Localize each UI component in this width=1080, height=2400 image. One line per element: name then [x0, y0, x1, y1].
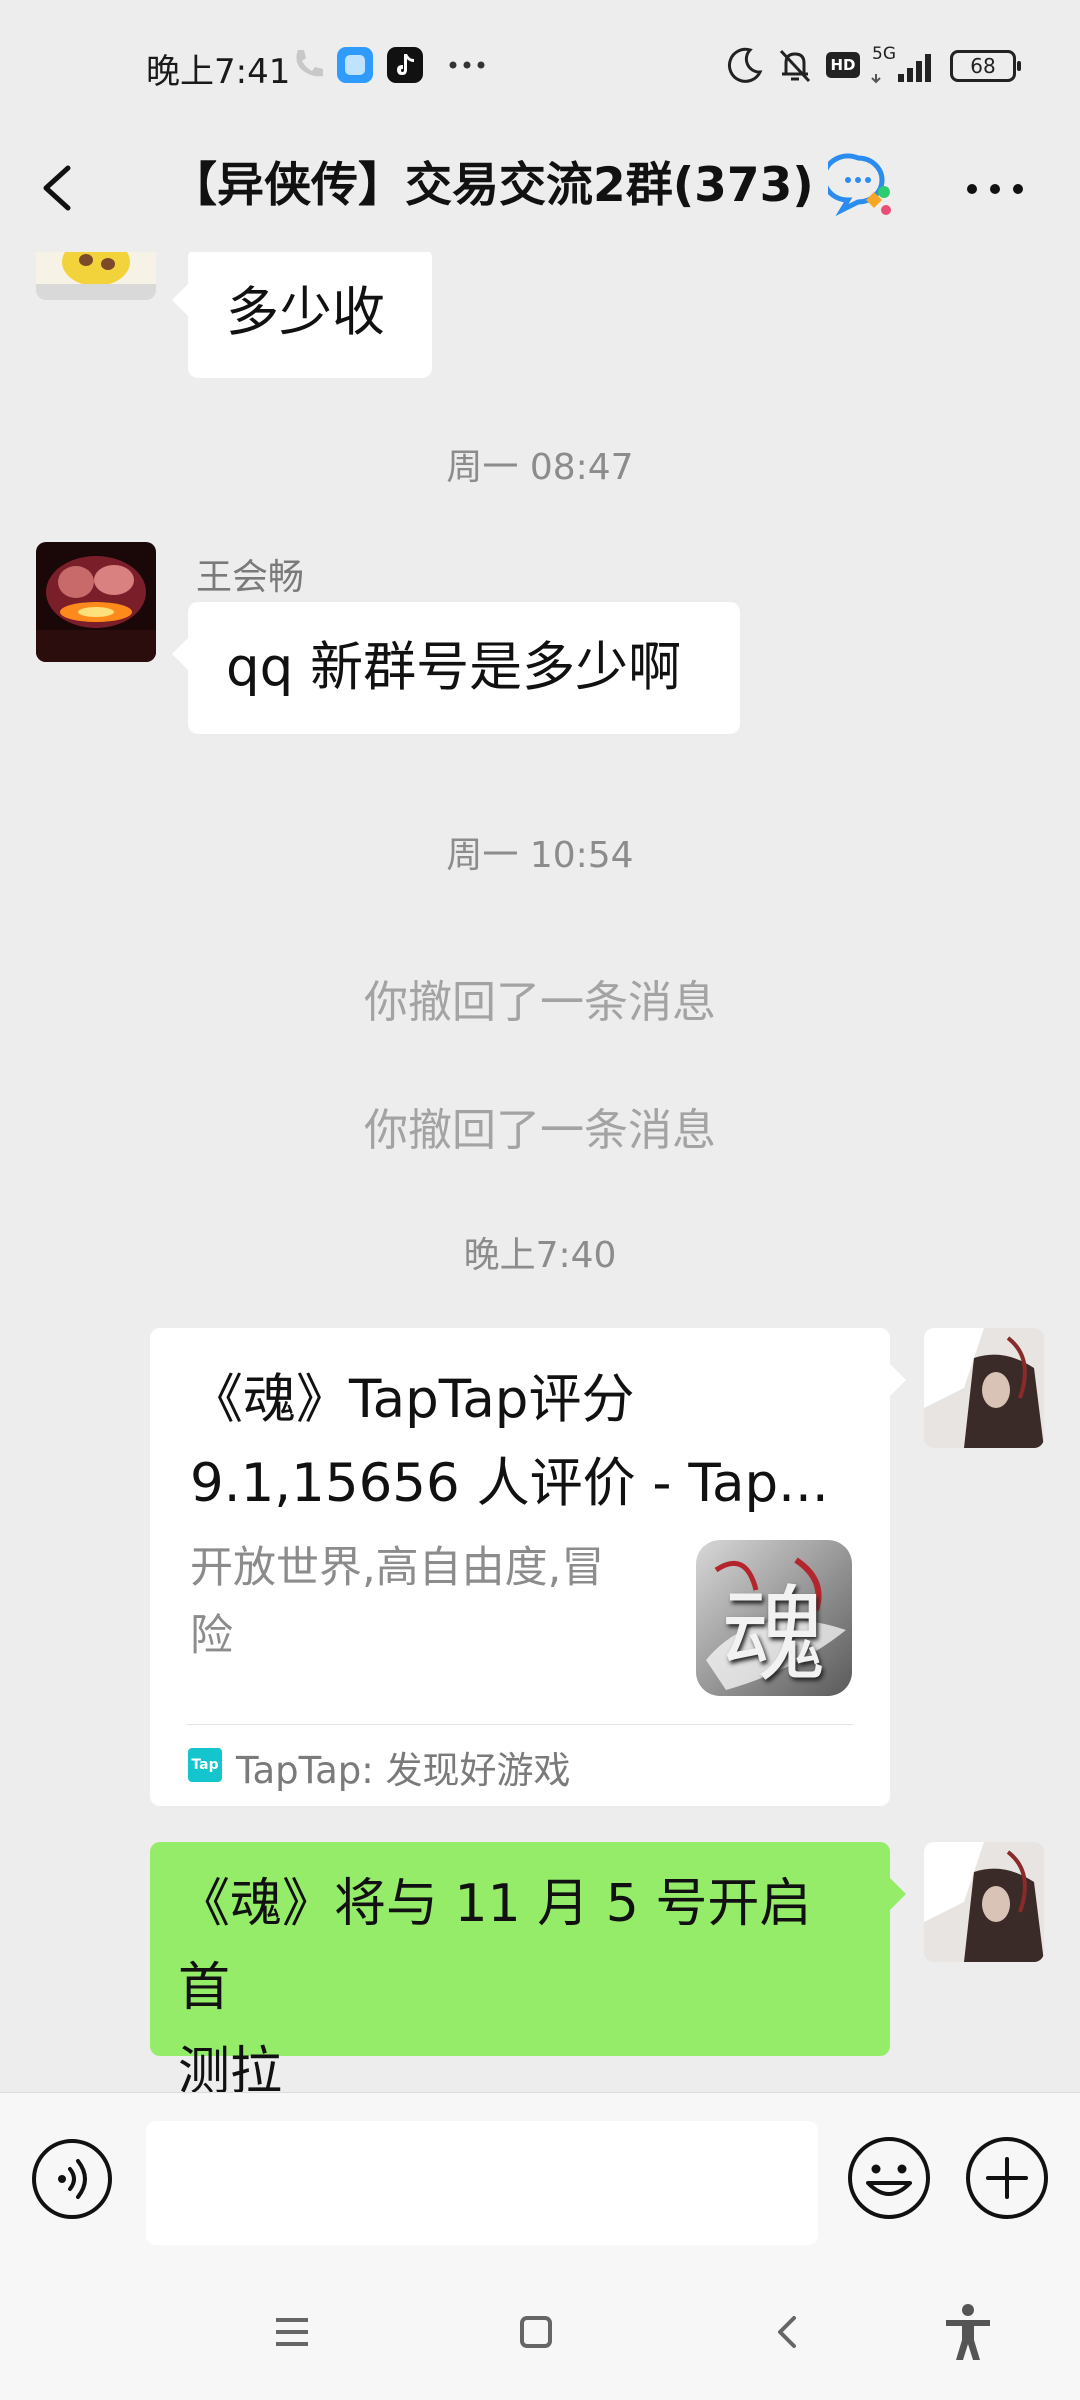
own-message-bubble[interactable]: 《魂》将与 11 月 5 号开启首 测拉	[150, 1842, 906, 2092]
call-icon	[296, 50, 323, 77]
link-card-desc-line: 开放世界,高自由度,冒	[190, 1543, 605, 1593]
link-card[interactable]: 《魂》TapTap评分 9.1,15656 人评价 - Tap... 开放世界,…	[150, 1328, 906, 1806]
thumbnail-char: 魂	[721, 1574, 826, 1696]
sender-name: 王会畅	[196, 557, 305, 598]
link-card-source: TapTap: 发现好游戏	[236, 1749, 571, 1792]
status-time: 晚上7:41	[146, 52, 291, 92]
message-bubble[interactable]: qq 新群号是多少啊	[172, 602, 740, 734]
back-icon[interactable]	[32, 148, 112, 228]
app-icon	[337, 47, 373, 83]
home-icon[interactable]	[506, 2302, 566, 2362]
tiktok-icon	[387, 47, 423, 83]
hd-icon: HD	[826, 52, 860, 78]
divider	[186, 1724, 854, 1725]
timestamp: 周一 08:47	[446, 447, 634, 488]
link-card-thumbnail: 魂	[696, 1540, 852, 1696]
mute-bell-icon	[779, 49, 811, 83]
message-text: qq 新群号是多少啊	[226, 637, 682, 698]
chat-header: 【异侠传】交易交流2群(373)	[0, 134, 1080, 252]
link-card-title-line: 9.1,15656 人评价 - Tap...	[190, 1453, 829, 1514]
accessibility-icon[interactable]	[938, 2302, 998, 2362]
status-bar: 晚上7:41 HD 5G 68	[0, 0, 1080, 134]
more-dots-icon	[449, 61, 485, 69]
system-nav-bar	[0, 2262, 1080, 2400]
voice-icon[interactable]	[30, 2137, 114, 2221]
recall-notice: 你撤回了一条消息	[364, 977, 716, 1028]
back-nav-icon[interactable]	[758, 2302, 818, 2362]
chat-area[interactable]: 多少收 周一 08:47 王会畅 qq 新群号是多少啊 周一 10:54 你撤回…	[0, 252, 1080, 2092]
battery-icon: 68	[950, 50, 1021, 82]
avatar-anime-icon	[924, 1328, 1044, 1448]
group-chat-icon[interactable]	[828, 152, 898, 222]
chat-title: 【异侠传】交易交流2群(373)	[170, 158, 814, 213]
message-text-line: 《魂》将与 11 月 5 号开启首	[178, 1874, 812, 2018]
timestamp: 晚上7:40	[463, 1235, 617, 1276]
recall-notice: 你撤回了一条消息	[364, 1105, 716, 1156]
message-text-line: 测拉	[178, 2042, 283, 2092]
input-bar	[0, 2092, 1080, 2263]
link-card-title: 《魂》TapTap评分 9.1,15656 人评价 - Tap...	[190, 1358, 850, 1526]
menu-icon[interactable]	[262, 2302, 322, 2362]
message-bubble[interactable]: 多少收	[172, 252, 432, 378]
avatar[interactable]	[36, 542, 156, 662]
message-text: 多少收	[226, 282, 385, 343]
avatar[interactable]	[36, 252, 156, 300]
moon-icon	[727, 47, 763, 83]
battery-level: 68	[970, 54, 996, 78]
taptap-icon: Tap	[188, 1748, 222, 1782]
link-card-desc-line: 险	[190, 1611, 233, 1661]
message-input[interactable]	[146, 2121, 818, 2245]
link-card-title-line: 《魂》TapTap评分	[190, 1369, 635, 1430]
link-card-description: 开放世界,高自由度,冒 险	[190, 1534, 670, 1670]
avatar-anime-icon	[924, 1842, 1044, 1962]
avatar-explosion-icon	[36, 542, 156, 662]
plus-icon[interactable]	[964, 2135, 1050, 2221]
avatar-cartoon-icon	[36, 252, 156, 300]
timestamp: 周一 10:54	[446, 835, 634, 876]
avatar[interactable]	[924, 1328, 1044, 1448]
emoji-icon[interactable]	[846, 2135, 932, 2221]
more-icon[interactable]	[960, 154, 1030, 224]
avatar[interactable]	[924, 1842, 1044, 1962]
signal-icon	[871, 54, 931, 84]
